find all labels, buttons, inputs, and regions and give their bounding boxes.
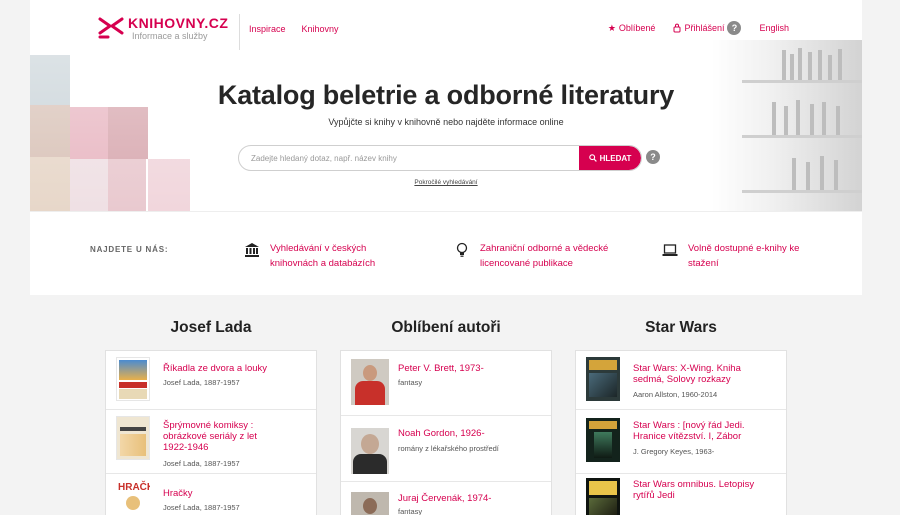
book-title: Říkadla ze dvora a louky <box>163 363 268 374</box>
author-name: Juraj Červenák, 1974- <box>398 493 492 504</box>
resource-text-line: knihovnách a databázích <box>270 258 376 269</box>
search-button-label: HLEDAT <box>599 153 632 163</box>
book-author: Josef Lada, 1887-1957 <box>163 503 240 512</box>
main-nav: Inspirace Knihovny <box>249 24 339 34</box>
search-bar: HLEDAT <box>238 145 642 171</box>
author-name: Noah Gordon, 1926- <box>398 428 485 439</box>
laptop-icon <box>662 244 678 256</box>
book-title: Star Wars: X-Wing. Kniha <box>633 363 741 374</box>
search-icon <box>588 154 597 162</box>
author-photo <box>351 359 389 405</box>
resource-library-search[interactable]: Vyhledávání v českých knihovnách a datab… <box>244 241 375 271</box>
library-icon <box>245 243 259 257</box>
header-divider <box>239 14 240 50</box>
resource-text-line: Vyhledávání v českých <box>270 243 367 254</box>
book-cover-image <box>586 357 620 401</box>
favorites-link[interactable]: ★ Oblíbené <box>608 23 656 34</box>
resource-foreign-publications[interactable]: Zahraniční odborné a vědecké licencované… <box>454 241 608 271</box>
list-item[interactable]: Star Wars : [nový řád Jedi. Hranice vítě… <box>576 409 786 473</box>
logo-icon <box>98 17 124 39</box>
book-title: Hranice vítězství. I, Zábor <box>633 431 742 442</box>
list-item[interactable]: Noah Gordon, 1926- romány z lékařského p… <box>341 415 551 481</box>
author-photo <box>351 492 389 515</box>
author-genre: fantasy <box>398 507 423 515</box>
list-item[interactable]: HRAČKY Hračky Josef Lada, 1887-1957 <box>106 473 316 515</box>
list-item[interactable]: Star Wars omnibus. Letopisy rytířů Jedi <box>576 473 786 515</box>
advanced-search-link[interactable]: Pokročilé vyhledávání <box>30 179 862 186</box>
search-button[interactable]: HLEDAT <box>579 146 641 170</box>
section-title-favorite-authors: Oblíbení autoři <box>391 319 501 336</box>
book-title: rytířů Jedi <box>633 490 675 501</box>
author-genre: fantasy <box>398 378 423 387</box>
section-title-star-wars: Star Wars <box>645 319 717 336</box>
book-title: Star Wars : [nový řád Jedi. <box>633 420 745 431</box>
book-author: J. Gregory Keyes, 1963- <box>633 447 715 456</box>
login-label: Přihlášení <box>684 23 725 33</box>
book-title: obrázkové seriály z let <box>163 431 257 442</box>
book-cover-image <box>586 418 620 462</box>
nav-knihovny[interactable]: Knihovny <box>302 24 339 34</box>
book-title: Šprýmovné komiksy : <box>163 420 254 431</box>
book-cover-image <box>116 357 150 401</box>
resource-free-ebooks[interactable]: Volně dostupné e-knihy ke stažení <box>662 241 799 271</box>
book-covers-decoration <box>30 55 190 211</box>
logo-subtitle: Informace a služby <box>132 31 208 41</box>
search-input[interactable] <box>239 146 579 170</box>
list-item[interactable]: Říkadla ze dvora a louky Josef Lada, 188… <box>106 351 316 409</box>
language-switch[interactable]: English <box>759 23 789 33</box>
book-title: Star Wars omnibus. Letopisy <box>633 479 755 490</box>
list-item[interactable]: Peter V. Brett, 1973- fantasy <box>341 351 551 415</box>
resources-card: NAJDETE U NÁS: Vyhledávání v českých kni… <box>30 211 862 295</box>
list-star-wars: Star Wars: X-Wing. Kniha sedmá, Solovy r… <box>575 350 787 515</box>
favorites-label: Oblíbené <box>618 23 656 33</box>
book-title: Hračky <box>163 488 193 499</box>
section-title-josef-lada: Josef Lada <box>170 319 252 336</box>
author-name: Peter V. Brett, 1973- <box>398 363 484 374</box>
lightbulb-icon <box>456 242 468 257</box>
book-author: Josef Lada, 1887-1957 <box>163 378 240 387</box>
book-cover-image <box>586 478 620 515</box>
list-item[interactable]: Juraj Červenák, 1974- fantasy <box>341 481 551 515</box>
list-item[interactable]: Star Wars: X-Wing. Kniha sedmá, Solovy r… <box>576 351 786 409</box>
login-help-icon[interactable]: ? <box>727 21 742 35</box>
book-title: 1922-1946 <box>163 442 209 453</box>
book-author: Josef Lada, 1887-1957 <box>163 459 240 468</box>
list-josef-lada: Říkadla ze dvora a louky Josef Lada, 188… <box>105 350 317 515</box>
page-title: Katalog beletrie a odborné literatury <box>217 80 675 110</box>
book-cover-image: HRAČKY <box>116 480 150 515</box>
nav-inspirace[interactable]: Inspirace <box>249 24 286 34</box>
resource-text-line: Volně dostupné e-knihy ke <box>688 243 800 254</box>
resource-text-line: Zahraniční odborné a vědecké <box>480 243 609 254</box>
site-logo[interactable]: KNIHOVNY.CZ Informace a služby <box>98 15 228 42</box>
author-genre: romány z lékařského prostředí <box>398 444 499 453</box>
lock-icon <box>673 23 681 33</box>
user-nav: ★ Oblíbené Přihlášení ? English <box>608 21 789 35</box>
header-hero-card: KNIHOVNY.CZ Informace a služby Inspirace… <box>30 0 862 211</box>
resource-text-line: licencované publikace <box>480 258 573 269</box>
book-title: sedmá, Solovy rozkazy <box>633 374 731 385</box>
logo-title: KNIHOVNY.CZ <box>128 15 229 31</box>
star-icon: ★ <box>607 22 616 33</box>
login-link[interactable]: Přihlášení ? <box>673 21 742 35</box>
resources-label: NAJDETE U NÁS: <box>90 245 169 254</box>
author-photo <box>351 428 389 474</box>
resource-text-line: stažení <box>688 258 719 269</box>
search-help-icon[interactable]: ? <box>646 150 660 164</box>
list-item[interactable]: Šprýmovné komiksy : obrázkové seriály z … <box>106 409 316 473</box>
book-author: Aaron Allston, 1960-2014 <box>633 390 718 399</box>
page-subtitle: Vypůjčte si knihy v knihovně nebo najdět… <box>328 117 564 127</box>
list-favorite-authors: Peter V. Brett, 1973- fantasy Noah Gordo… <box>340 350 552 515</box>
book-cover-image <box>116 416 150 460</box>
